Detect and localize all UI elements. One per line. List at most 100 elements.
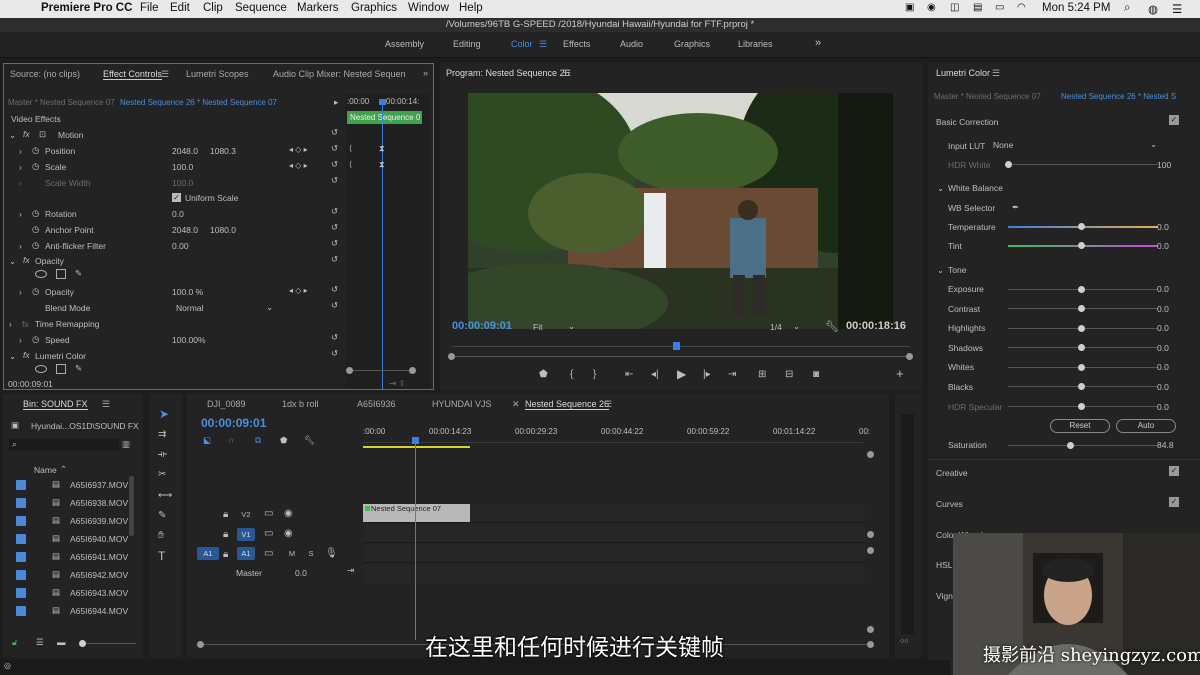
list-item[interactable]: A65I6942.MOV xyxy=(70,570,128,580)
menu-list-icon[interactable]: ☰ xyxy=(1172,2,1182,16)
pen-mask-icon[interactable]: ✎ xyxy=(75,268,82,279)
time-remap-expand-icon[interactable]: › xyxy=(9,319,12,329)
speed-value[interactable]: 100.00% xyxy=(172,335,206,345)
exposure-knob[interactable] xyxy=(1078,286,1085,293)
reset-speed-icon[interactable]: ↺ xyxy=(331,332,338,343)
fit-chevron-icon[interactable]: ⌄ xyxy=(568,321,575,332)
lock-icon[interactable]: 🔓︎ xyxy=(12,637,18,648)
tab-source[interactable]: Source: (no clips) xyxy=(10,69,80,79)
auto-button[interactable]: Auto xyxy=(1116,419,1176,433)
tab-audio-clip-mixer[interactable]: Audio Clip Mixer: Nested Sequence 2 xyxy=(273,69,406,79)
basic-correction-checkbox[interactable]: ✓ xyxy=(1169,115,1179,125)
saturation-value[interactable]: 84.8 xyxy=(1157,440,1174,450)
temperature-knob[interactable] xyxy=(1078,223,1085,230)
menu-edit[interactable]: Edit xyxy=(170,2,190,14)
opacity-expand-icon[interactable]: ⌄ xyxy=(9,256,16,267)
highlights-value[interactable]: 0.0 xyxy=(1157,323,1169,333)
workspace-color[interactable]: Color xyxy=(511,39,533,49)
go-to-in-icon[interactable]: ⇤ xyxy=(625,370,633,380)
list-item[interactable]: A65I6938.MOV xyxy=(70,498,128,508)
reset-rotation-icon[interactable]: ↺ xyxy=(331,206,338,217)
blend-chevron-icon[interactable]: ⌄ xyxy=(266,302,273,313)
position-keyframe-nav-icon[interactable]: ◂ ◇ ▸ xyxy=(289,145,308,154)
vscroll-v-bottom[interactable] xyxy=(867,531,874,538)
file-label-swatch[interactable] xyxy=(16,534,26,544)
reset-button[interactable]: Reset xyxy=(1050,419,1110,433)
list-item[interactable]: A65I6941.MOV xyxy=(70,552,128,562)
app-menu[interactable]: Premiere Pro CC xyxy=(41,2,132,14)
a1-mute[interactable]: M xyxy=(283,547,301,560)
timeline-scroll-right[interactable] xyxy=(867,641,874,648)
ec-zoom-track[interactable] xyxy=(349,370,414,371)
list-item[interactable]: A65I6943.MOV xyxy=(70,588,128,598)
timeline-tab-nested-26[interactable]: Nested Sequence 26 xyxy=(525,399,610,410)
workspace-effects[interactable]: Effects xyxy=(563,39,590,49)
saturation-knob[interactable] xyxy=(1067,442,1074,449)
icon-view-icon[interactable]: ▬ xyxy=(57,637,66,647)
airplay-icon[interactable]: ▭ xyxy=(995,2,1004,13)
selection-tool-icon[interactable]: ➤ xyxy=(159,408,169,420)
menu-sequence[interactable]: Sequence xyxy=(235,2,287,14)
v1-target[interactable]: V1 xyxy=(237,528,255,541)
uniform-scale-checkbox[interactable]: ✓ xyxy=(172,193,181,202)
menu-help[interactable]: Help xyxy=(459,2,483,14)
curves-section[interactable]: Curves xyxy=(936,499,963,509)
reset-lumetri-icon[interactable]: ↺ xyxy=(331,348,338,359)
flicker-stopwatch-icon[interactable]: ◷ xyxy=(32,240,39,251)
vscroll-a-top[interactable] xyxy=(867,547,874,554)
eyedropper-icon[interactable]: ✒ xyxy=(1012,202,1019,213)
settings-wrench-icon[interactable]: 🔧︎ xyxy=(825,320,839,333)
file-label-swatch[interactable] xyxy=(16,480,26,490)
slip-tool-icon[interactable]: ⟷ xyxy=(158,491,172,501)
position-y[interactable]: 1080.3 xyxy=(210,146,236,156)
reset-scale-icon[interactable]: ↺ xyxy=(331,159,338,170)
ec-keyframe-icon[interactable]: ⧗ xyxy=(379,144,385,154)
linked-selection-icon[interactable]: ⧉ xyxy=(255,435,261,446)
position-x[interactable]: 2048.0 xyxy=(172,146,198,156)
resolution-dropdown[interactable]: 1/4 xyxy=(770,322,782,332)
dropbox-icon[interactable]: ▣ xyxy=(905,2,914,13)
tab-effect-controls[interactable]: Effect Controls xyxy=(103,69,162,80)
v1-lane[interactable] xyxy=(363,524,865,543)
scale-keyframe-nav-icon[interactable]: ◂ ◇ ▸ xyxy=(289,161,308,170)
exposure-value[interactable]: 0.0 xyxy=(1157,284,1169,294)
mark-out-icon[interactable]: } xyxy=(593,370,596,380)
a1-solo[interactable]: S xyxy=(302,547,320,560)
creative-checkbox[interactable]: ✓ xyxy=(1169,466,1179,476)
search-icon[interactable]: ⌕ xyxy=(1124,2,1130,15)
tint-knob[interactable] xyxy=(1078,242,1085,249)
sequence-clip-label[interactable]: Nested Sequence 26 * Nested Sequence 07 xyxy=(120,98,277,107)
temperature-value[interactable]: 0.0 xyxy=(1157,222,1169,232)
workspace-assembly[interactable]: Assembly xyxy=(385,39,424,49)
mark-in-icon[interactable]: { xyxy=(570,370,573,380)
workspace-libraries[interactable]: Libraries xyxy=(738,39,773,49)
timeline-timecode[interactable]: 00:00:09:01 xyxy=(201,416,266,430)
more-tabs-icon[interactable]: » xyxy=(423,68,428,78)
video-frame[interactable] xyxy=(468,93,893,329)
lumetri-ellipse-mask-icon[interactable] xyxy=(35,365,47,373)
new-bin-icon[interactable]: ▥ xyxy=(122,439,130,450)
program-playhead[interactable] xyxy=(673,342,681,350)
timeline-tab-1dx[interactable]: 1dx b roll xyxy=(282,399,319,409)
lumetri-pen-mask-icon[interactable]: ✎ xyxy=(75,363,82,374)
input-lut-chevron-icon[interactable]: ⌄ xyxy=(1150,139,1157,150)
v2-target[interactable]: V2 xyxy=(237,508,255,521)
ripple-edit-tool-icon[interactable]: ⟛ xyxy=(158,450,167,460)
reset-opacity-section-icon[interactable]: ↺ xyxy=(331,254,338,265)
master-track-value[interactable]: 0.0 xyxy=(295,568,307,578)
tab-lumetri-scopes[interactable]: Lumetri Scopes xyxy=(186,69,249,79)
hdr-white-slider[interactable] xyxy=(1008,164,1158,165)
bin-search-input[interactable] xyxy=(9,439,119,451)
rectangle-mask-icon[interactable] xyxy=(56,269,66,279)
reset-opacity-icon[interactable]: ↺ xyxy=(331,284,338,295)
opacity-fx-icon[interactable]: fx xyxy=(23,255,30,265)
ec-zoom-handle-right[interactable] xyxy=(409,367,416,374)
sync-icon[interactable]: ◫ xyxy=(950,2,959,13)
work-area-bar[interactable] xyxy=(363,446,470,448)
master-lane[interactable] xyxy=(363,564,865,583)
saturation-slider[interactable] xyxy=(1008,445,1158,446)
rotation-value[interactable]: 0.0 xyxy=(172,209,184,219)
wifi-icon[interactable]: ◠ xyxy=(1017,2,1026,13)
blend-dropdown[interactable]: Normal xyxy=(176,303,203,313)
v2-lock-icon[interactable]: 🔒︎ xyxy=(223,509,228,520)
